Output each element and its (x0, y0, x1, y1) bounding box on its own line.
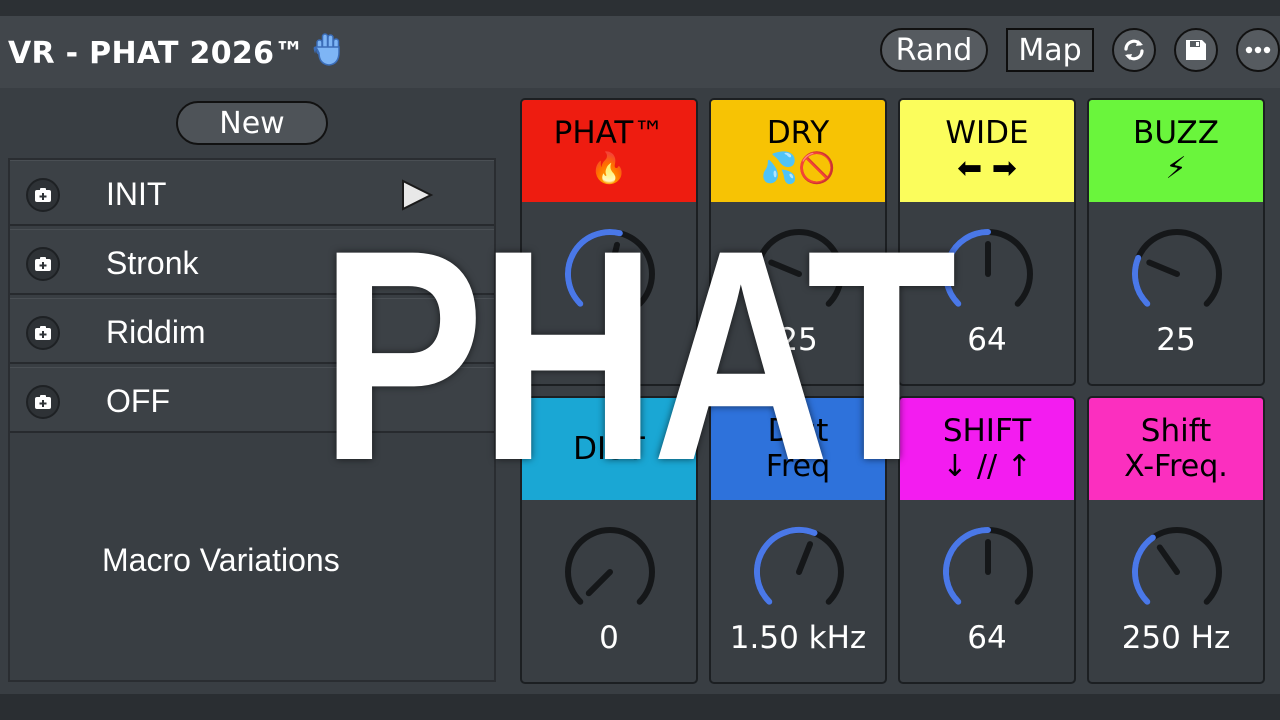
more-icon (1245, 46, 1271, 54)
knob-track (565, 527, 655, 605)
macro-title: DRY (766, 115, 830, 151)
new-preset-button[interactable]: New (176, 101, 328, 145)
macro-subtitle: ⚡ (1165, 151, 1187, 186)
macro-subtitle: 💦🚫 (760, 151, 836, 186)
macro-value: 0 (599, 620, 619, 656)
macro-value: 250 Hz (1121, 620, 1231, 656)
preset-icon[interactable] (26, 178, 60, 212)
macro-subtitle: X-Freq. (1124, 449, 1228, 484)
macro-subtitle: ⬅ ➡ (957, 151, 1017, 186)
macro-variations-label: Macro Variations (102, 542, 340, 578)
refresh-icon (1121, 37, 1147, 63)
knob-pointer (1146, 259, 1180, 277)
macro-knob[interactable] (562, 524, 658, 620)
knob-pointer (585, 569, 613, 597)
macro-value: 25 (1156, 322, 1196, 358)
preset-icon[interactable] (26, 316, 60, 350)
refresh-button[interactable] (1112, 28, 1156, 72)
knob-value-arc (754, 527, 818, 605)
macro-knob[interactable] (940, 226, 1036, 322)
device-title-text: VR - PHAT 2026™ (8, 36, 305, 71)
macro-title: SHIFT (942, 413, 1032, 449)
macro-knob[interactable] (940, 524, 1036, 620)
map-button[interactable]: Map (1006, 28, 1094, 72)
more-button[interactable] (1236, 28, 1280, 72)
knob-pointer (796, 541, 814, 575)
knob-value-arc (943, 229, 991, 307)
device-title: VR - PHAT 2026™ (8, 31, 345, 78)
preset-item-label: Stronk (106, 245, 199, 281)
macro-value: 64 (967, 620, 1007, 656)
macro-subtitle: ↓ // ↑ (942, 449, 1032, 484)
save-button[interactable] (1174, 28, 1218, 72)
preset-item-label: INIT (106, 176, 167, 212)
macro-card-4: BUZZ ⚡ 25 (1087, 98, 1265, 386)
macro-knob[interactable] (751, 524, 847, 620)
macro-card-8: Shift X-Freq. 250 Hz (1087, 396, 1265, 684)
macro-title: Shift (1140, 413, 1212, 449)
save-icon (1184, 38, 1208, 62)
macro-title: WIDE (945, 115, 1029, 151)
macro-header[interactable]: BUZZ ⚡ (1089, 100, 1263, 202)
macro-title: BUZZ (1133, 115, 1219, 151)
knob-value-arc (1132, 254, 1151, 307)
preset-icon[interactable] (26, 247, 60, 281)
knob-track (1132, 229, 1222, 307)
macro-value: 1.50 kHz (729, 620, 867, 656)
preset-icon[interactable] (26, 385, 60, 419)
overlay-title: PHAT (320, 187, 957, 523)
knob-pointer (1156, 544, 1180, 575)
rand-button[interactable]: Rand (880, 28, 988, 72)
macro-knob[interactable] (1129, 524, 1225, 620)
macro-subtitle: 🔥 (590, 151, 628, 186)
raised-hand-icon (311, 31, 345, 78)
knob-value-arc (943, 527, 991, 605)
macro-header[interactable]: Shift X-Freq. (1089, 398, 1263, 500)
macro-knob[interactable] (1129, 226, 1225, 322)
knob-value-arc (1132, 534, 1156, 605)
preset-item-label: OFF (106, 383, 170, 419)
footer-bar (0, 694, 1280, 720)
preset-item-label: Riddim (106, 314, 206, 350)
macro-title: PHAT™ (553, 115, 665, 151)
top-strip (0, 0, 1280, 16)
